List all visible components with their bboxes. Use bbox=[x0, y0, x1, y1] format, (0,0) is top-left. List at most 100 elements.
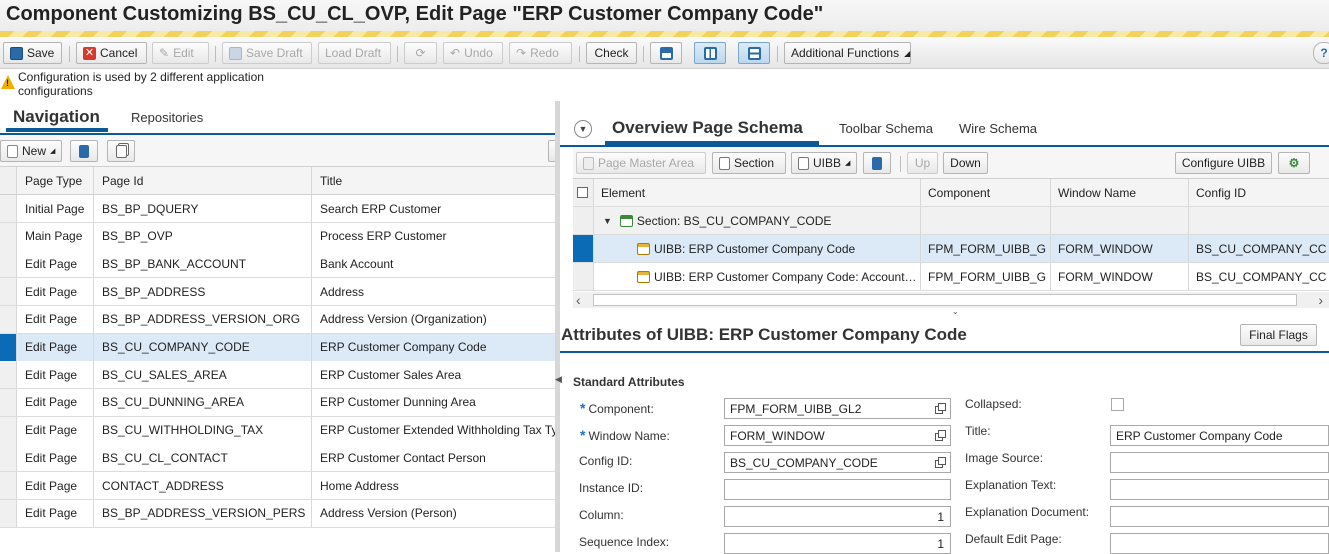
page-id-cell: BS_CU_COMPANY_CODE bbox=[93, 333, 311, 361]
image-source-field[interactable] bbox=[1110, 452, 1329, 473]
copy-button[interactable] bbox=[107, 140, 135, 162]
undo-icon: ↶ bbox=[450, 46, 461, 60]
message-area: ! Configuration is used by 2 different a… bbox=[0, 69, 555, 101]
table-row[interactable]: Main Page BS_BP_OVP Process ERP Customer bbox=[0, 222, 555, 251]
save-draft-icon bbox=[229, 46, 242, 60]
value-help-icon[interactable] bbox=[935, 457, 947, 469]
layout-top-button[interactable] bbox=[650, 42, 682, 64]
field-label: Title: bbox=[965, 424, 991, 438]
title-cell: ERP Customer Contact Person bbox=[311, 444, 555, 472]
field-label: * Component: bbox=[580, 400, 654, 416]
value-help-icon[interactable] bbox=[935, 430, 947, 442]
title-bar: Component Customizing BS_CU_CL_OVP, Edit… bbox=[0, 0, 1329, 32]
row-selector[interactable] bbox=[0, 416, 16, 444]
row-selector[interactable] bbox=[0, 472, 16, 499]
page-id-cell: BS_BP_BANK_ACCOUNT bbox=[93, 250, 311, 278]
undo-button[interactable]: ↶ Undo bbox=[443, 42, 503, 64]
redo-button[interactable]: ↷ Redo bbox=[509, 42, 572, 64]
column-header-page-id[interactable]: Page Id bbox=[93, 167, 311, 194]
column-header-title[interactable]: Title bbox=[311, 167, 555, 194]
navigation-tabs: Navigation Repositories bbox=[0, 101, 555, 135]
row-selector[interactable] bbox=[0, 305, 16, 333]
row-selector[interactable] bbox=[0, 388, 16, 416]
row-selector[interactable] bbox=[0, 499, 16, 527]
collapsed-checkbox[interactable] bbox=[1111, 398, 1124, 411]
page-id-cell: CONTACT_ADDRESS bbox=[93, 472, 311, 499]
active-tab-indicator bbox=[6, 128, 108, 132]
explanation-text-field[interactable] bbox=[1110, 479, 1329, 500]
required-marker: * bbox=[580, 427, 586, 443]
row-selector[interactable] bbox=[0, 250, 16, 278]
table-row[interactable]: Edit Page BS_CU_DUNNING_AREA ERP Customer … bbox=[0, 388, 555, 417]
page-id-cell: BS_CU_WITHHOLDING_TAX bbox=[93, 416, 311, 444]
delete-button[interactable] bbox=[70, 140, 98, 162]
table-row[interactable]: Edit Page BS_CU_SALES_AREA ERP Customer Sa… bbox=[0, 361, 555, 390]
value-help-icon[interactable] bbox=[935, 403, 947, 415]
check-button[interactable]: Check bbox=[586, 42, 637, 64]
default-edit-page-field[interactable] bbox=[1110, 533, 1329, 554]
row-selector[interactable] bbox=[0, 278, 16, 306]
load-draft-button[interactable]: Load Draft bbox=[318, 42, 391, 64]
edit-button[interactable]: ✎ Edit bbox=[152, 42, 209, 64]
cancel-icon: ✕ bbox=[83, 46, 96, 60]
row-selector[interactable] bbox=[0, 361, 16, 389]
layout-split-button[interactable] bbox=[694, 42, 726, 64]
required-marker: * bbox=[580, 400, 586, 416]
title-field[interactable]: ERP Customer Company Code bbox=[1110, 425, 1329, 446]
page-id-cell: BS_BP_ADDRESS bbox=[93, 278, 311, 306]
navigation-toolbar: New ◢ bbox=[0, 135, 558, 167]
page-type-cell: Edit Page bbox=[16, 333, 93, 361]
cancel-button[interactable]: ✕ Cancel bbox=[76, 42, 147, 64]
table-row[interactable]: Edit Page BS_CU_CL_CONTACT ERP Customer Co… bbox=[0, 444, 555, 473]
field-label: Column: bbox=[579, 508, 624, 522]
field-label: * Window Name: bbox=[580, 427, 670, 443]
row-selector[interactable] bbox=[0, 444, 16, 472]
title-cell: Address Version (Person) bbox=[311, 499, 555, 527]
table-row[interactable]: Edit Page BS_BP_ADDRESS_VERSION_ORG Addres… bbox=[0, 305, 555, 334]
tab-navigation[interactable]: Navigation bbox=[13, 107, 100, 127]
save-icon bbox=[10, 46, 23, 60]
instance-id-field[interactable] bbox=[724, 479, 951, 500]
component-field[interactable]: FPM_FORM_UIBB_GL2 bbox=[724, 398, 951, 419]
copy-icon bbox=[115, 144, 127, 158]
new-button[interactable]: New ◢ bbox=[0, 140, 62, 162]
save-button[interactable]: Save bbox=[3, 42, 62, 64]
table-row[interactable]: Edit Page BS_BP_BANK_ACCOUNT Bank Account bbox=[0, 250, 555, 279]
page-type-cell: Edit Page bbox=[16, 361, 93, 389]
title-cell: Address Version (Organization) bbox=[311, 305, 555, 333]
help-button[interactable]: ? bbox=[1313, 42, 1329, 64]
page-type-cell: Edit Page bbox=[16, 416, 93, 444]
page-id-cell: BS_BP_ADDRESS_VERSION_PERS bbox=[93, 499, 311, 527]
table-row[interactable]: Initial Page BS_BP_DQUERY Search ERP Custo… bbox=[0, 195, 555, 223]
page-type-cell: Edit Page bbox=[16, 305, 93, 333]
title-cell: Bank Account bbox=[311, 250, 555, 278]
explanation-document-field[interactable] bbox=[1110, 506, 1329, 527]
table-row[interactable]: Edit Page BS_BP_ADDRESS_VERSION_PERS Addre… bbox=[0, 499, 555, 528]
field-label: Instance ID: bbox=[579, 481, 644, 495]
row-selector[interactable] bbox=[0, 333, 16, 361]
field-label: Explanation Text: bbox=[965, 478, 1057, 492]
tab-repositories[interactable]: Repositories bbox=[131, 110, 203, 125]
title-cell: Address bbox=[311, 278, 555, 306]
config-id-field[interactable]: BS_CU_COMPANY_CODE bbox=[724, 452, 951, 473]
row-selector[interactable] bbox=[0, 195, 16, 222]
row-selector[interactable] bbox=[0, 222, 16, 250]
table-row[interactable]: Edit Page BS_CU_COMPANY_CODE ERP Customer … bbox=[0, 333, 555, 362]
table-row[interactable]: Edit Page CONTACT_ADDRESS Home Address bbox=[0, 472, 555, 500]
column-header-page-type[interactable]: Page Type bbox=[16, 167, 93, 194]
save-draft-button[interactable]: Save Draft bbox=[222, 42, 312, 64]
window-name-field[interactable]: FORM_WINDOW bbox=[724, 425, 951, 446]
title-cell: Process ERP Customer bbox=[311, 222, 555, 250]
table-row[interactable]: Edit Page BS_BP_ADDRESS Address bbox=[0, 278, 555, 307]
overview-panel: ▼ Overview Page Schema Toolbar Schema Wi… bbox=[560, 101, 1329, 554]
title-cell: Search ERP Customer bbox=[311, 195, 555, 222]
layout-bottom-button[interactable] bbox=[738, 42, 770, 64]
additional-functions-menu[interactable]: Additional Functions ◢ bbox=[784, 42, 911, 64]
layout-split-icon bbox=[703, 46, 717, 60]
title-cell: Home Address bbox=[311, 472, 555, 499]
sequence-index-field[interactable]: 1 bbox=[724, 533, 951, 554]
column-field[interactable]: 1 bbox=[724, 506, 951, 527]
redo-icon: ↷ bbox=[516, 46, 527, 60]
refresh-button[interactable]: ⟳ bbox=[404, 42, 437, 64]
table-row[interactable]: Edit Page BS_CU_WITHHOLDING_TAX ERP Custom… bbox=[0, 416, 555, 445]
